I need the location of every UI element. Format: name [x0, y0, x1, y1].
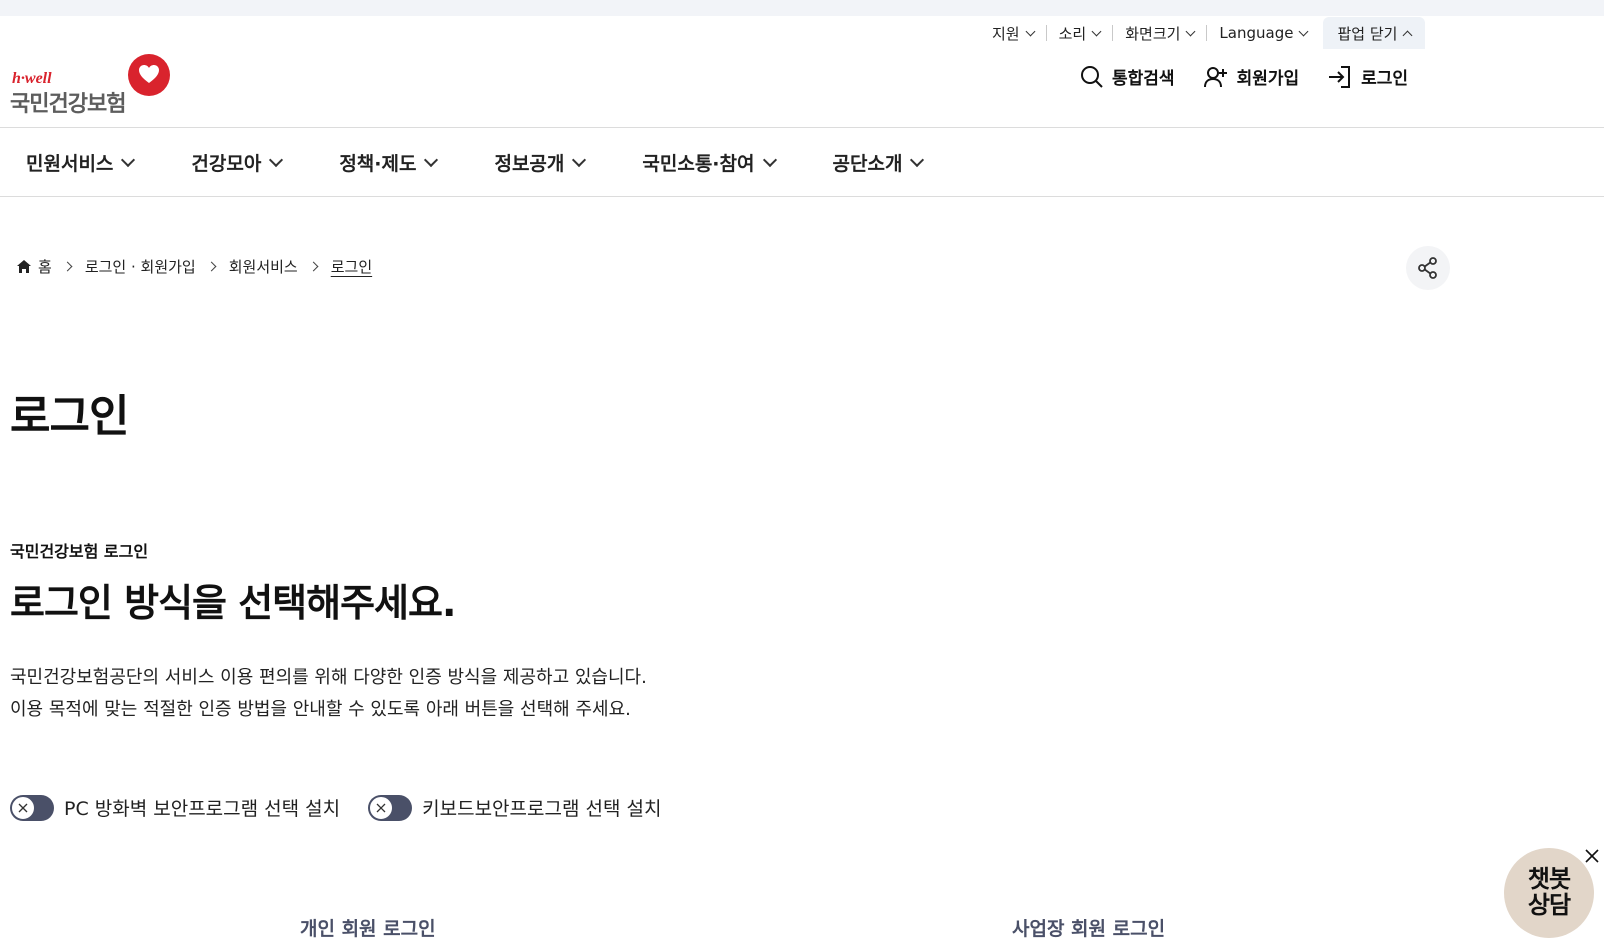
chevron-down-icon: [1299, 26, 1309, 36]
login-label: 로그인: [1361, 69, 1409, 89]
login-button[interactable]: 로그인: [1327, 64, 1408, 89]
chatbot-button[interactable]: 챗봇 상담: [1504, 848, 1594, 938]
chevron-down-icon: [1091, 26, 1102, 36]
toggle-knob: [11, 795, 35, 820]
breadcrumb-current[interactable]: 로그인: [331, 256, 372, 277]
share-icon: [1418, 257, 1437, 279]
chevron-down-icon: [1185, 26, 1196, 36]
close-icon: [1585, 849, 1599, 863]
section-subtitle: 국민건강보험 로그인: [10, 542, 149, 561]
signup-button[interactable]: 회원가입: [1203, 64, 1300, 89]
breadcrumb-item[interactable]: 로그인 · 회원가입: [85, 256, 196, 277]
page-title: 로그인: [10, 391, 129, 442]
section-title: 로그인 방식을 선택해주세요.: [10, 581, 456, 625]
breadcrumb-item[interactable]: 회원서비스: [229, 256, 298, 277]
nav-item-civil-service[interactable]: 민원서비스: [26, 149, 136, 176]
tab-business-login[interactable]: 사업장 회원 로그인: [1012, 914, 1165, 941]
search-label: 통합검색: [1112, 69, 1175, 89]
toggle-knob: [369, 795, 394, 820]
heart-icon: [128, 54, 170, 96]
search-button[interactable]: 통합검색: [1080, 64, 1175, 89]
logo-brand-ko: 국민건강보험: [10, 91, 126, 116]
main-nav: 민원서비스 건강모아 정책·제도 정보공개 국민소통·참여 공단소개: [26, 128, 925, 196]
add-user-icon: [1203, 66, 1227, 87]
chevron-down-icon: [121, 152, 136, 168]
security-toggles: PC 방화벽 보안프로그램 선택 설치 키보드보안프로그램 선택 설치: [10, 794, 689, 821]
home-icon: [17, 260, 31, 273]
support-label: 지원: [992, 24, 1020, 43]
description-line: 국민건강보험공단의 서비스 이용 편의를 위해 다양한 인증 방식을 제공하고 …: [10, 667, 647, 688]
close-icon: [18, 803, 28, 812]
language-label: Language: [1219, 24, 1294, 42]
nav-item-policy[interactable]: 정책·제도: [339, 149, 439, 176]
top-strip: [0, 0, 1604, 16]
nav-item-label: 국민소통·참여: [642, 152, 755, 175]
close-icon: [376, 803, 386, 812]
signup-label: 회원가입: [1236, 69, 1300, 89]
toggle-switch[interactable]: [10, 794, 54, 821]
nav-item-label: 정보공개: [494, 152, 565, 175]
chevron-right-icon: [206, 261, 217, 272]
nav-item-label: 정책·제도: [339, 152, 417, 175]
chevron-right-icon: [62, 261, 73, 272]
nav-item-label: 건강모아: [191, 152, 262, 175]
chatbot-label: 챗봇 상담: [1504, 866, 1594, 918]
sound-menu[interactable]: 소리: [1047, 18, 1113, 48]
chatbot-label-line: 챗봇: [1527, 865, 1571, 893]
chevron-down-icon: [269, 152, 284, 168]
popup-close-label: 팝업 닫기: [1337, 24, 1398, 43]
header-actions: 통합검색 회원가입 로그인: [1080, 64, 1436, 89]
utility-bar: 지원 소리 화면크기 Language 팝업 닫기: [980, 17, 1426, 49]
toggle-switch[interactable]: [368, 794, 413, 821]
breadcrumb-home[interactable]: 홈: [38, 256, 52, 277]
chevron-right-icon: [308, 261, 319, 272]
firewall-toggle[interactable]: PC 방화벽 보안프로그램 선택 설치: [10, 794, 340, 821]
nav-item-disclosure[interactable]: 정보공개: [494, 149, 587, 176]
nav-item-participation[interactable]: 국민소통·참여: [642, 149, 777, 176]
popup-close-button[interactable]: 팝업 닫기: [1323, 17, 1426, 49]
nav-item-label: 공단소개: [832, 152, 903, 175]
nav-item-label: 민원서비스: [26, 152, 114, 175]
sound-label: 소리: [1058, 24, 1087, 43]
chevron-down-icon: [762, 152, 777, 168]
chatbot-close-button[interactable]: [1584, 848, 1600, 864]
screen-size-menu[interactable]: 화면크기: [1113, 18, 1206, 48]
description-line: 이용 목적에 맞는 적절한 인증 방법을 안내할 수 있도록 아래 버튼을 선택…: [10, 699, 631, 720]
keyboard-security-toggle[interactable]: 키보드보안프로그램 선택 설치: [368, 794, 661, 821]
chevron-down-icon: [910, 152, 925, 168]
search-icon: [1081, 65, 1103, 88]
screen-size-label: 화면크기: [1125, 24, 1181, 43]
section-description: 국민건강보험공단의 서비스 이용 편의를 위해 다양한 인증 방식을 제공하고 …: [10, 662, 647, 726]
support-menu[interactable]: 지원: [980, 18, 1046, 48]
nav-item-about[interactable]: 공단소개: [832, 149, 925, 176]
nav-divider: [0, 196, 1604, 197]
toggle-label: PC 방화벽 보안프로그램 선택 설치: [64, 798, 341, 820]
toggle-label: 키보드보안프로그램 선택 설치: [422, 798, 662, 820]
share-button[interactable]: [1406, 246, 1450, 290]
chevron-down-icon: [572, 152, 587, 168]
chevron-up-icon: [1402, 30, 1413, 40]
site-logo[interactable]: h·well 국민건강보험: [10, 54, 170, 116]
tab-personal-login[interactable]: 개인 회원 로그인: [300, 914, 436, 941]
breadcrumb: 홈 로그인 · 회원가입 회원서비스 로그인: [16, 256, 372, 277]
language-menu[interactable]: Language: [1207, 18, 1319, 48]
nav-item-health[interactable]: 건강모아: [191, 149, 284, 176]
login-icon: [1329, 65, 1351, 88]
chevron-down-icon: [424, 152, 439, 168]
chatbot-label-line: 상담: [1527, 891, 1571, 919]
chevron-down-icon: [1025, 26, 1036, 36]
